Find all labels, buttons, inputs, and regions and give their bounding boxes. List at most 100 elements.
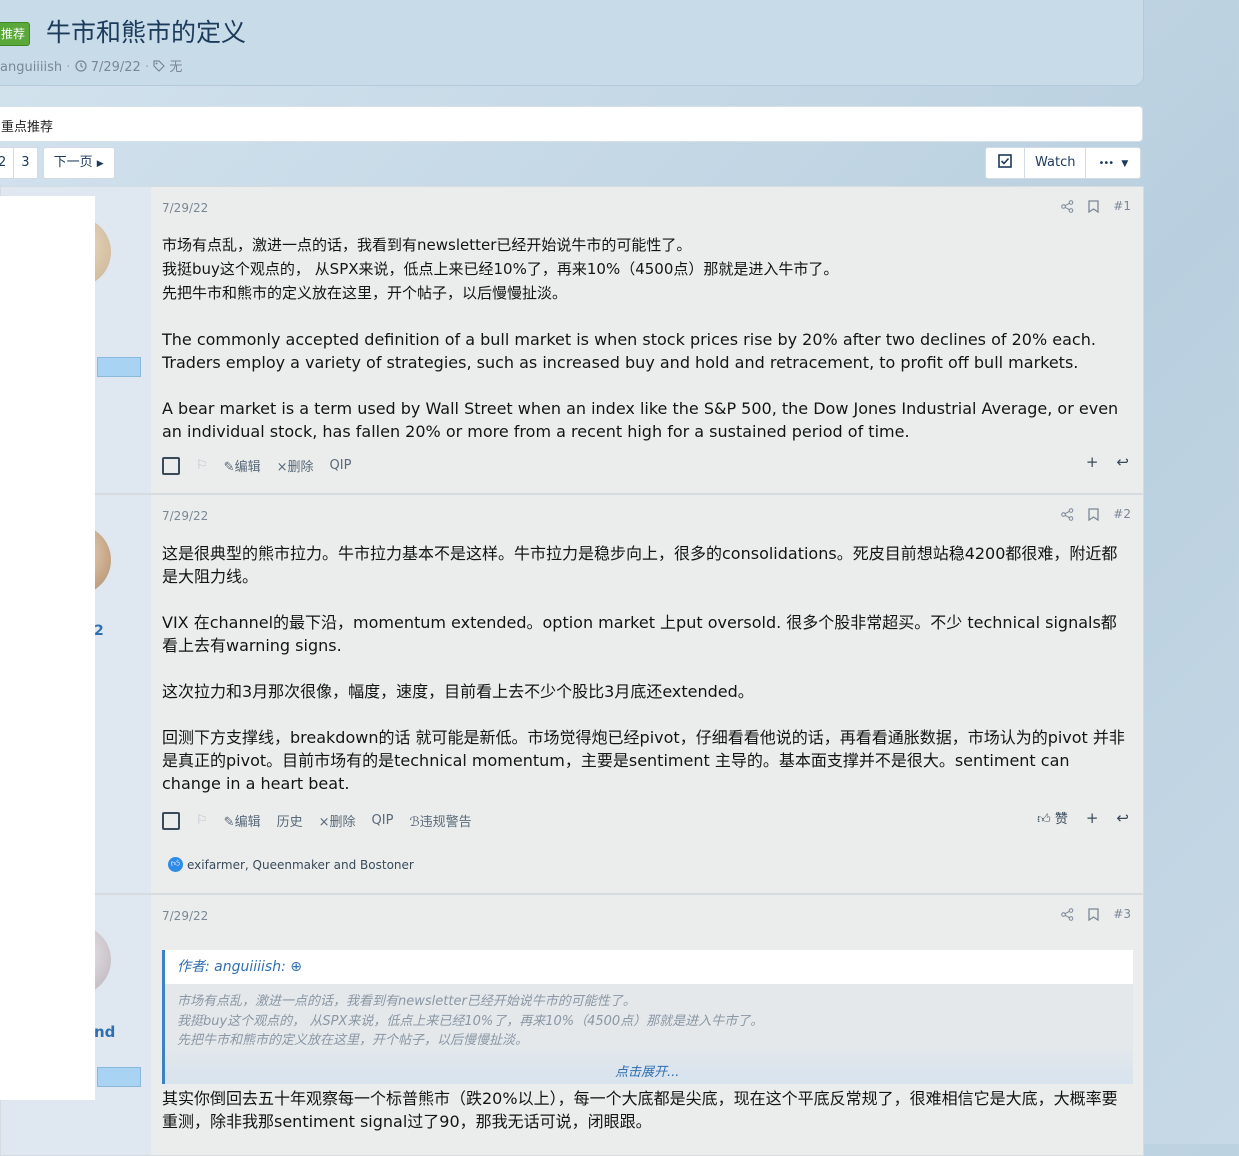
page-title: 牛市和熊市的定义 <box>46 18 247 47</box>
username-link[interactable]: 2 <box>94 623 104 639</box>
post-paragraph: The commonly accepted definition of a bu… <box>162 330 1096 372</box>
post-right-actions: + ↩ <box>1086 453 1129 471</box>
reaction-users[interactable]: exifarmer, Queenmaker and Bostoner <box>187 858 414 872</box>
multiquote-plus-icon[interactable]: + <box>1086 453 1099 471</box>
ip-label: IP <box>381 813 394 828</box>
bookmark-icon[interactable] <box>1088 907 1099 921</box>
recommend-badge: 推荐 <box>0 22 31 46</box>
post-paragraph: 这次拉力和3月那次很像，幅度，速度，目前看上去不少个股比3月底还extended… <box>162 682 754 701</box>
post-date[interactable]: 7/29/22 <box>162 909 208 923</box>
search-icon: Q <box>329 458 340 473</box>
post-actions: ⚐ ✎编辑 ×删除 QIP <box>162 456 351 475</box>
clock-icon <box>74 60 87 72</box>
thread-meta: anguiiiish · 7/29/22 · 无 <box>0 60 183 75</box>
next-page-button[interactable]: 下一页 ▶ <box>42 147 115 179</box>
post-3: nd 7/29/22 #3 作者: anguiiiish: ⊕ 市场有点乱，激进… <box>0 894 1144 1156</box>
post-body: 市场有点乱，激进一点的话，我看到有newsletter已经开始说牛市的可能性了。… <box>162 233 1132 466</box>
breadcrumb-item[interactable]: 重点推荐 <box>1 116 53 135</box>
user-banner <box>97 1067 141 1087</box>
share-icon[interactable] <box>1061 507 1074 521</box>
like-reaction-icon: 👍︎ <box>168 857 183 872</box>
checkbox-checked-icon <box>998 154 1012 168</box>
post-2: 2 7/29/22 #2 这是很典型的熊市拉力。牛市拉力基本不是这样。牛市拉力是… <box>0 494 1144 894</box>
flag-icon[interactable]: ⚐ <box>196 458 208 473</box>
post-right-actions: 👍︎ 赞 + ↩ <box>1037 808 1129 828</box>
select-checkbox[interactable] <box>162 456 180 475</box>
post-number[interactable]: #2 <box>1113 507 1131 521</box>
post-number[interactable]: #1 <box>1113 199 1131 213</box>
warning-icon: ℬ <box>409 815 420 830</box>
multiquote-plus-icon[interactable]: + <box>1086 809 1099 827</box>
post-paragraph: 回测下方支撑线，breakdown的话 就可能是新低。市场觉得炮已经pivot，… <box>162 728 1125 793</box>
bookmark-icon[interactable] <box>1088 199 1099 213</box>
flag-icon[interactable]: ⚐ <box>196 813 208 828</box>
select-posts-button[interactable] <box>986 148 1025 178</box>
post-number[interactable]: #3 <box>1113 907 1131 921</box>
quote-block: 作者: anguiiiish: ⊕ 市场有点乱，激进一点的话，我看到有newsl… <box>162 950 1133 1084</box>
tag-icon <box>153 60 166 72</box>
thumbs-up-icon: 👍︎ <box>1037 812 1051 827</box>
post-actions: ⚐ ✎编辑 历史 ×删除 QIP ℬ违规警告 <box>162 811 472 830</box>
post-date[interactable]: 7/29/22 <box>162 509 208 523</box>
delete-button[interactable]: ×删除 <box>277 456 314 475</box>
author-link[interactable]: anguiiiish <box>0 60 62 75</box>
watch-button[interactable]: Watch <box>1025 148 1087 178</box>
post-body: 这是很典型的熊市拉力。牛市拉力基本不是这样。牛市拉力是稳步向上，很多的conso… <box>162 542 1132 818</box>
post-body: 其实你倒回去五十年观察每一个标普熊市（跌20%以上），每一个大底都是尖底，现在这… <box>162 1087 1132 1156</box>
delete-label: 删除 <box>329 815 356 830</box>
history-button[interactable]: 历史 <box>277 811 303 830</box>
post-date[interactable]: 7/29/22 <box>162 201 208 215</box>
bookmark-icon[interactable] <box>1088 507 1099 521</box>
page-2-link[interactable]: 2 <box>0 147 15 179</box>
reply-icon[interactable]: ↩ <box>1116 809 1129 827</box>
close-icon: × <box>318 815 330 830</box>
quote-author[interactable]: 作者: anguiiiish: <box>177 959 286 975</box>
arrow-up-circle-icon[interactable]: ⊕ <box>290 959 302 975</box>
expand-quote-link[interactable]: 点击展开... <box>615 1061 679 1080</box>
like-label: 赞 <box>1054 812 1068 827</box>
share-icon[interactable] <box>1061 907 1074 921</box>
ip-button[interactable]: QIP <box>372 813 394 828</box>
ip-label: IP <box>339 458 352 473</box>
quote-line: 市场有点乱，激进一点的话，我看到有newsletter已经开始说牛市的可能性了。 <box>177 994 636 1009</box>
close-icon: × <box>276 460 288 475</box>
post-tools: #2 <box>1061 507 1131 521</box>
delete-label: 删除 <box>287 460 314 475</box>
reactions-bar[interactable]: 👍︎ exifarmer, Queenmaker and Bostoner <box>168 857 414 872</box>
quote-header[interactable]: 作者: anguiiiish: ⊕ <box>165 950 1133 984</box>
edit-button[interactable]: ✎编辑 <box>224 456 261 475</box>
search-icon: Q <box>371 813 382 828</box>
chevron-right-icon: ▶ <box>96 159 104 169</box>
edit-label: 编辑 <box>234 815 261 830</box>
more-options-button[interactable]: ••• ▼ <box>1086 148 1140 178</box>
username-link[interactable]: nd <box>94 1023 115 1041</box>
reply-icon[interactable]: ↩ <box>1116 453 1129 471</box>
select-checkbox[interactable] <box>162 811 180 830</box>
post-paragraph: A bear market is a term used by Wall Str… <box>162 399 1119 441</box>
post-paragraph: VIX 在channel的最下沿，momentum extended。optio… <box>162 613 1117 655</box>
share-icon[interactable] <box>1061 199 1074 213</box>
sidebar-overlay <box>0 196 95 1100</box>
warn-button[interactable]: ℬ违规警告 <box>409 811 471 830</box>
quote-line: 我挺buy这个观点的， 从SPX来说，低点上来已经10%了，再来10%（4500… <box>177 1013 764 1029</box>
edit-label: 编辑 <box>234 460 261 475</box>
pencil-icon: ✎ <box>223 815 235 830</box>
thread-tags[interactable]: 无 <box>169 60 182 75</box>
delete-button[interactable]: ×删除 <box>319 811 356 830</box>
post-paragraph: 其实你倒回去五十年观察每一个标普熊市（跌20%以上），每一个大底都是尖底，现在这… <box>162 1089 1118 1131</box>
like-button[interactable]: 👍︎ 赞 <box>1037 808 1068 827</box>
page-3-link[interactable]: 3 <box>13 147 38 179</box>
more-dots: ••• <box>1098 158 1114 169</box>
pagination: 2 3 下一页 ▶ <box>0 147 115 179</box>
post-tools: #1 <box>1061 199 1131 213</box>
post-paragraph: 市场有点乱，激进一点的话，我看到有newsletter已经开始说牛市的可能性了。… <box>162 236 839 302</box>
edit-button[interactable]: ✎编辑 <box>224 811 261 830</box>
post-paragraph: 这是很典型的熊市拉力。牛市拉力基本不是这样。牛市拉力是稳步向上，很多的conso… <box>162 544 1118 586</box>
thread-date[interactable]: 7/29/22 <box>91 60 141 75</box>
next-page-label: 下一页 <box>53 155 93 170</box>
ip-button[interactable]: QIP <box>330 458 352 473</box>
breadcrumb: 重点推荐 <box>0 106 1143 142</box>
thread-tools: Watch ••• ▼ <box>985 147 1142 179</box>
pencil-icon: ✎ <box>223 460 235 475</box>
user-banner <box>97 357 141 377</box>
